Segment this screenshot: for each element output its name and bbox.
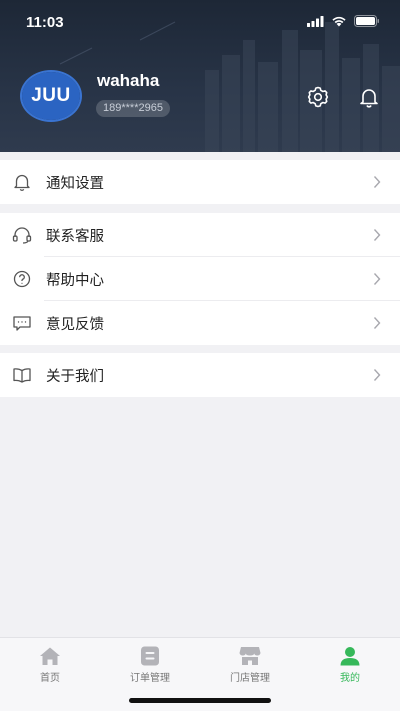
- message-icon: [13, 316, 31, 331]
- book-icon: [13, 368, 31, 383]
- menu-item-label: 意见反馈: [46, 317, 104, 333]
- menu-item-label: 联系客服: [46, 229, 104, 245]
- tab-label: 我的: [340, 673, 360, 684]
- tab-orders[interactable]: 订单管理: [100, 638, 200, 688]
- home-icon: [40, 647, 60, 665]
- menu-item-label: 通知设置: [46, 176, 104, 192]
- menu-item-about-us[interactable]: 关于我们: [0, 353, 400, 397]
- tab-label: 门店管理: [230, 673, 270, 684]
- status-bar: 11:03: [0, 0, 400, 44]
- bell-outline-icon: [14, 174, 30, 191]
- profile-icon: [340, 647, 360, 666]
- tab-label: 订单管理: [130, 673, 170, 684]
- status-time: 11:03: [26, 14, 64, 31]
- tab-stores[interactable]: 门店管理: [200, 638, 300, 688]
- tab-home[interactable]: 首页: [0, 638, 100, 688]
- chevron-right-icon: [373, 273, 381, 285]
- menu-item-label: 帮助中心: [46, 273, 104, 289]
- wifi-icon: [332, 16, 346, 27]
- menu-group-notify: 通知设置: [0, 160, 400, 204]
- menu-group-about: 关于我们: [0, 353, 400, 397]
- chevron-right-icon: [373, 229, 381, 241]
- username: wahaha: [97, 71, 160, 90]
- settings-button[interactable]: [305, 84, 331, 110]
- menu-item-contact-service[interactable]: 联系客服: [0, 213, 400, 257]
- chevron-right-icon: [373, 369, 381, 381]
- notifications-button[interactable]: [356, 84, 382, 110]
- menu-group-support: 联系客服 帮助中心 意见反馈: [0, 213, 400, 345]
- menu-item-help-center[interactable]: 帮助中心: [0, 257, 400, 301]
- avatar[interactable]: JUU: [22, 72, 80, 120]
- chevron-right-icon: [373, 176, 381, 188]
- bell-icon: [360, 89, 378, 108]
- help-icon: [13, 270, 31, 288]
- tab-label: 首页: [40, 673, 60, 684]
- profile-header: 11:03 JUU wahaha 189****2965: [0, 0, 400, 152]
- phone-number: 189****2965: [96, 100, 170, 117]
- battery-icon: [354, 15, 379, 27]
- home-indicator: [129, 698, 271, 703]
- menu-item-notify-settings[interactable]: 通知设置: [0, 160, 400, 204]
- tab-mine[interactable]: 我的: [300, 638, 400, 688]
- gear-icon: [307, 86, 329, 108]
- menu-item-label: 关于我们: [46, 369, 104, 385]
- order-icon: [141, 646, 159, 666]
- chevron-right-icon: [373, 317, 381, 329]
- headset-icon: [12, 227, 32, 244]
- cellular-signal-icon: [307, 15, 324, 27]
- menu-item-feedback[interactable]: 意见反馈: [0, 301, 400, 345]
- store-icon: [239, 647, 261, 665]
